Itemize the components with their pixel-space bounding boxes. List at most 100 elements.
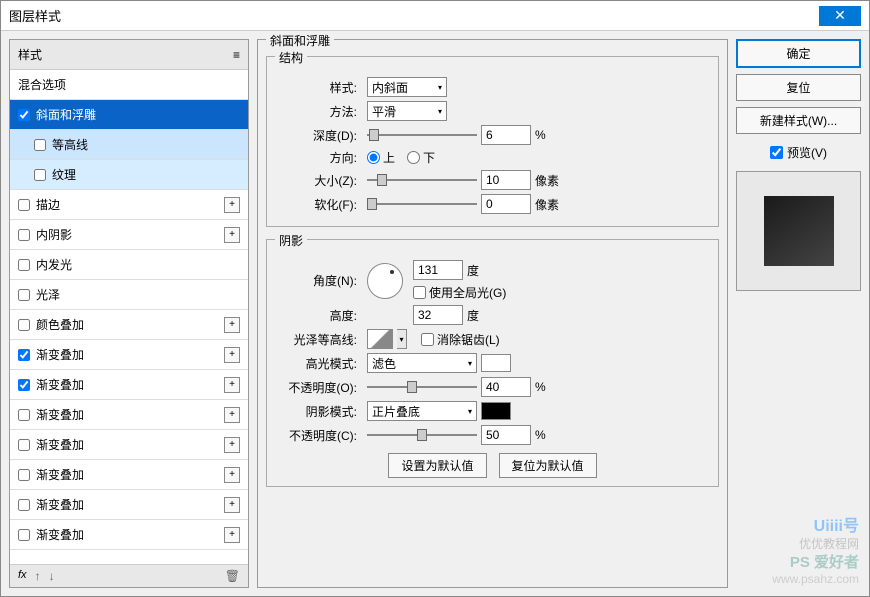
checkbox[interactable]: [18, 379, 30, 391]
style-item-color-overlay[interactable]: 颜色叠加 +: [10, 310, 248, 340]
style-item-inner-shadow[interactable]: 内阴影 +: [10, 220, 248, 250]
ok-button[interactable]: 确定: [736, 39, 861, 68]
unit-label: %: [535, 428, 546, 442]
style-item-texture[interactable]: 纹理: [10, 160, 248, 190]
add-icon[interactable]: +: [224, 347, 240, 363]
altitude-label: 高度:: [275, 307, 363, 324]
checkbox[interactable]: [18, 499, 30, 511]
preview-check[interactable]: 预览(V): [736, 140, 861, 165]
styles-panel: 样式 ≡ 混合选项 斜面和浮雕 等高线 纹理 描边 +: [9, 39, 249, 588]
reset-button[interactable]: 复位: [736, 74, 861, 101]
checkbox[interactable]: [18, 409, 30, 421]
actions-panel: 确定 复位 新建样式(W)... 预览(V): [736, 39, 861, 588]
depth-label: 深度(D):: [275, 127, 363, 144]
bevel-group: 斜面和浮雕 结构 样式: 内斜面▾ 方法: 平滑▾ 深度(D):: [257, 39, 728, 588]
close-button[interactable]: ✕: [819, 6, 861, 26]
style-item-satin[interactable]: 光泽: [10, 280, 248, 310]
contour-swatch[interactable]: [367, 329, 393, 349]
checkbox[interactable]: [18, 529, 30, 541]
reset-default-button[interactable]: 复位为默认值: [499, 453, 597, 478]
fx-icon[interactable]: fx: [18, 569, 27, 583]
titlebar: 图层样式 ✕: [1, 1, 869, 31]
chevron-down-icon: ▾: [438, 83, 442, 92]
style-item-gradient-overlay[interactable]: 渐变叠加 +: [10, 460, 248, 490]
depth-slider[interactable]: [367, 127, 477, 143]
new-style-button[interactable]: 新建样式(W)...: [736, 107, 861, 134]
checkbox[interactable]: [34, 169, 46, 181]
soften-label: 软化(F):: [275, 196, 363, 213]
checkbox[interactable]: [18, 109, 30, 121]
angle-input[interactable]: [413, 260, 463, 280]
shadow-opacity-input[interactable]: [481, 425, 531, 445]
checkbox[interactable]: [18, 439, 30, 451]
watermark: Uiiii号 优优教程网 PS 爱好者 www.psahz.com: [772, 517, 859, 588]
highlight-opacity-slider[interactable]: [367, 379, 477, 395]
checkbox[interactable]: [18, 199, 30, 211]
altitude-input[interactable]: [413, 305, 463, 325]
style-item-gradient-overlay[interactable]: 渐变叠加 +: [10, 340, 248, 370]
size-input[interactable]: [481, 170, 531, 190]
checkbox[interactable]: [18, 259, 30, 271]
highlight-color-swatch[interactable]: [481, 354, 511, 372]
contour-dropdown[interactable]: ▾: [397, 329, 407, 349]
style-item-contour[interactable]: 等高线: [10, 130, 248, 160]
style-item-stroke[interactable]: 描边 +: [10, 190, 248, 220]
direction-up[interactable]: 上: [367, 149, 395, 166]
soften-input[interactable]: [481, 194, 531, 214]
blend-options-row[interactable]: 混合选项: [10, 70, 248, 100]
shadow-opacity-slider[interactable]: [367, 427, 477, 443]
add-icon[interactable]: +: [224, 407, 240, 423]
chevron-down-icon: ▾: [468, 359, 472, 368]
checkbox[interactable]: [18, 319, 30, 331]
set-default-button[interactable]: 设置为默认值: [388, 453, 486, 478]
shadow-mode-select[interactable]: 正片叠底▾: [367, 401, 477, 421]
angle-dial[interactable]: [367, 263, 403, 299]
style-item-gradient-overlay[interactable]: 渐变叠加 +: [10, 370, 248, 400]
highlight-opacity-input[interactable]: [481, 377, 531, 397]
blend-options-label: 混合选项: [18, 76, 66, 93]
method-select[interactable]: 平滑▾: [367, 101, 447, 121]
method-label: 方法:: [275, 103, 363, 120]
add-icon[interactable]: +: [224, 197, 240, 213]
unit-label: 像素: [535, 172, 559, 189]
settings-panel: 斜面和浮雕 结构 样式: 内斜面▾ 方法: 平滑▾ 深度(D):: [257, 39, 728, 588]
unit-label: %: [535, 128, 546, 142]
highlight-mode-select[interactable]: 滤色▾: [367, 353, 477, 373]
style-item-gradient-overlay[interactable]: 渐变叠加 +: [10, 400, 248, 430]
style-item-gradient-overlay[interactable]: 渐变叠加 +: [10, 490, 248, 520]
menu-icon[interactable]: ≡: [233, 48, 240, 62]
style-item-gradient-overlay[interactable]: 渐变叠加 +: [10, 520, 248, 550]
shadow-mode-label: 阴影模式:: [275, 403, 363, 420]
style-item-bevel[interactable]: 斜面和浮雕: [10, 100, 248, 130]
add-icon[interactable]: +: [224, 227, 240, 243]
style-item-inner-glow[interactable]: 内发光: [10, 250, 248, 280]
add-icon[interactable]: +: [224, 497, 240, 513]
soften-slider[interactable]: [367, 196, 477, 212]
depth-input[interactable]: [481, 125, 531, 145]
styles-header[interactable]: 样式 ≡: [10, 40, 248, 70]
add-icon[interactable]: +: [224, 377, 240, 393]
size-slider[interactable]: [367, 172, 477, 188]
antialias-check[interactable]: 消除锯齿(L): [421, 331, 500, 348]
shadow-color-swatch[interactable]: [481, 402, 511, 420]
add-icon[interactable]: +: [224, 437, 240, 453]
style-select[interactable]: 内斜面▾: [367, 77, 447, 97]
global-light-check[interactable]: 使用全局光(G): [413, 284, 506, 301]
arrow-down-icon[interactable]: ↓: [49, 569, 55, 583]
arrow-up-icon[interactable]: ↑: [35, 569, 41, 583]
chevron-down-icon: ▾: [468, 407, 472, 416]
highlight-mode-label: 高光模式:: [275, 355, 363, 372]
dialog-title: 图层样式: [9, 6, 61, 25]
unit-label: 度: [467, 262, 479, 279]
direction-down[interactable]: 下: [407, 149, 435, 166]
trash-icon[interactable]: 🗑: [225, 569, 240, 583]
checkbox[interactable]: [18, 229, 30, 241]
add-icon[interactable]: +: [224, 317, 240, 333]
checkbox[interactable]: [18, 349, 30, 361]
checkbox[interactable]: [34, 139, 46, 151]
add-icon[interactable]: +: [224, 467, 240, 483]
checkbox[interactable]: [18, 289, 30, 301]
checkbox[interactable]: [18, 469, 30, 481]
style-item-gradient-overlay[interactable]: 渐变叠加 +: [10, 430, 248, 460]
add-icon[interactable]: +: [224, 527, 240, 543]
